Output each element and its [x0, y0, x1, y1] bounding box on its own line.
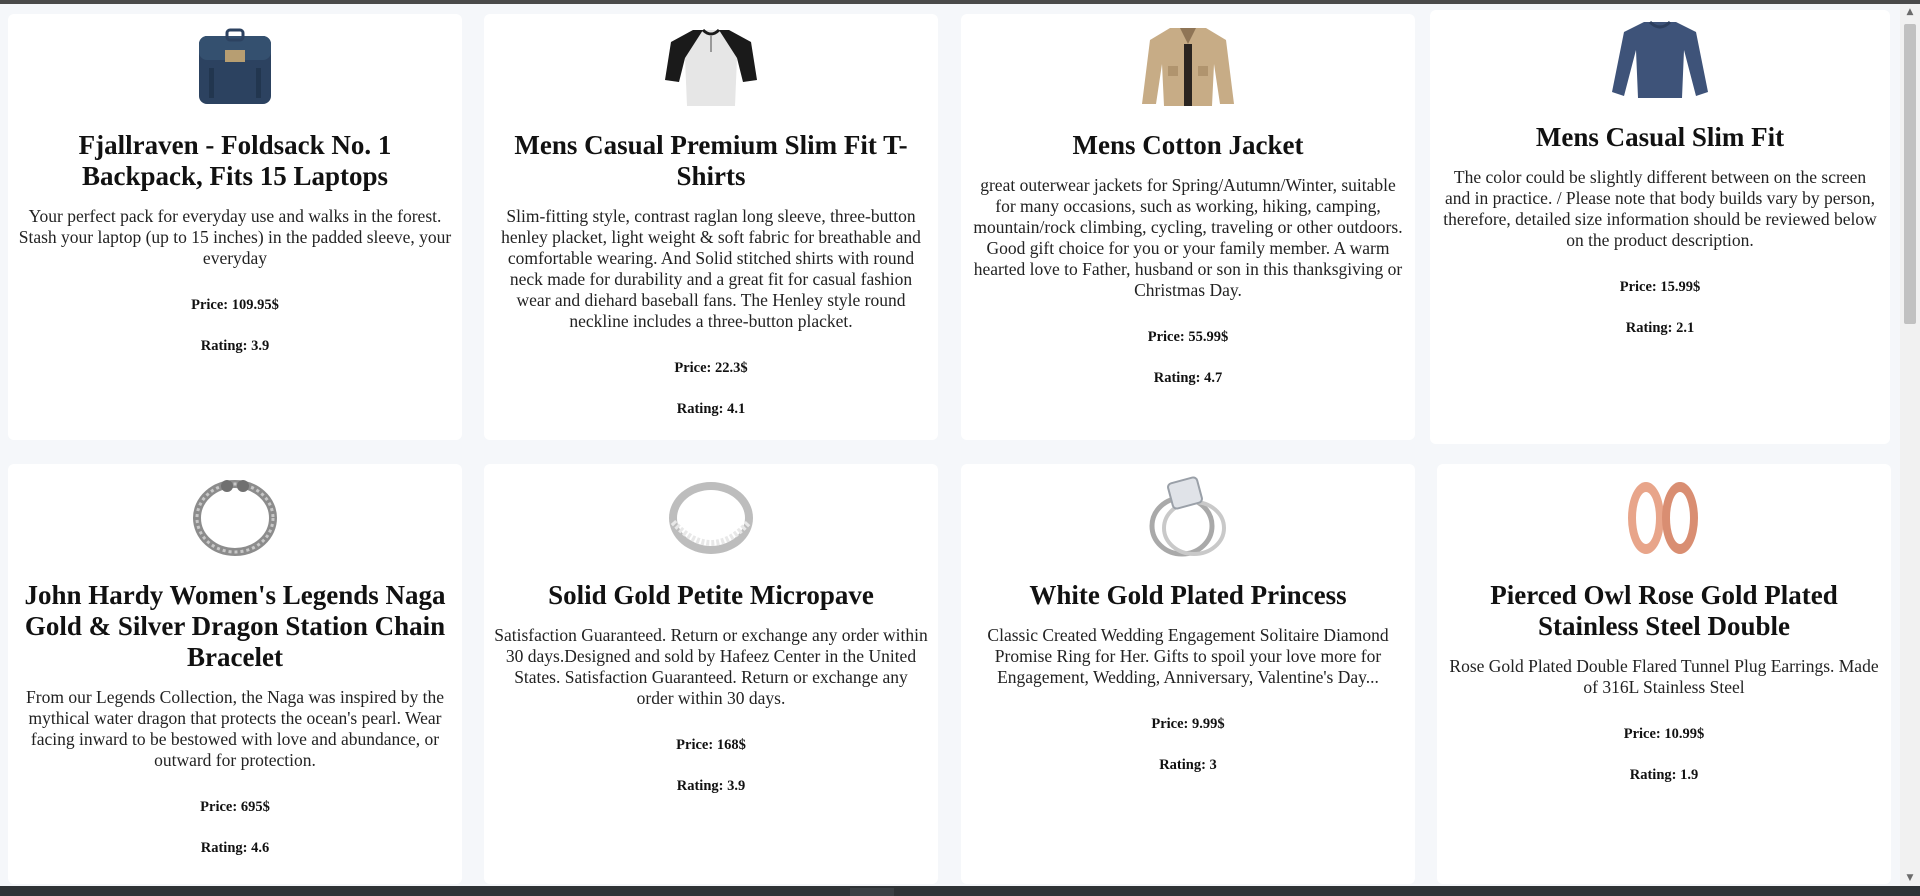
- product-description: Satisfaction Guaranteed. Return or excha…: [494, 625, 928, 708]
- product-title: White Gold Plated Princess: [1029, 580, 1347, 610]
- long-sleeve-shirt-image: [1434, 18, 1886, 100]
- taskbar-edge: [0, 886, 1920, 896]
- product-rating: Rating: 3: [1159, 757, 1217, 773]
- cotton-jacket-image: [965, 22, 1411, 108]
- princess-ring-image: [965, 472, 1411, 558]
- product-price: Price: 9.99$: [1151, 716, 1225, 732]
- product-title: Solid Gold Petite Micropave: [548, 580, 874, 610]
- product-rating: Rating: 3.9: [676, 778, 746, 794]
- raglan-tshirt-image: [488, 22, 934, 108]
- product-price: Price: 168$: [676, 737, 746, 753]
- product-card[interactable]: White Gold Plated Princess Classic Creat…: [961, 464, 1415, 884]
- product-rating: Rating: 2.1: [1625, 320, 1695, 336]
- product-card[interactable]: Fjallraven - Foldsack No. 1 Backpack, Fi…: [8, 14, 462, 440]
- tunnel-earrings-image: [1441, 472, 1887, 558]
- product-grid: Fjallraven - Foldsack No. 1 Backpack, Fi…: [0, 4, 1900, 886]
- micropave-ring-image: [488, 472, 934, 558]
- product-price: Price: 109.95$: [191, 297, 279, 313]
- product-title: John Hardy Women's Legends Naga Gold & S…: [24, 580, 446, 672]
- taskbar-item[interactable]: [850, 888, 894, 896]
- product-rating: Rating: 1.9: [1629, 767, 1699, 783]
- product-card[interactable]: Mens Casual Slim Fit The color could be …: [1430, 10, 1890, 444]
- product-price: Price: 10.99$: [1623, 726, 1705, 742]
- product-description: Rose Gold Plated Double Flared Tunnel Pl…: [1449, 656, 1879, 697]
- product-description: Your perfect pack for everyday use and w…: [18, 206, 452, 268]
- product-title: Fjallraven - Foldsack No. 1 Backpack, Fi…: [78, 130, 392, 191]
- product-card[interactable]: Solid Gold Petite Micropave Satisfaction…: [484, 464, 938, 884]
- product-price: Price: 695$: [200, 799, 270, 815]
- product-description: Slim-fitting style, contrast raglan long…: [501, 206, 921, 331]
- product-title: Mens Cotton Jacket: [1072, 130, 1304, 160]
- product-price: Price: 15.99$: [1619, 279, 1701, 295]
- chain-bracelet-image: [12, 472, 458, 558]
- product-title: Mens Casual Premium Slim Fit T-Shirts: [514, 130, 908, 191]
- product-rating: Rating: 3.9: [200, 338, 270, 354]
- product-description: The color could be slightly different be…: [1443, 167, 1877, 250]
- product-title: Pierced Owl Rose Gold Plated Stainless S…: [1490, 580, 1838, 641]
- product-card[interactable]: John Hardy Women's Legends Naga Gold & S…: [8, 464, 462, 884]
- backpack-image: [12, 22, 458, 108]
- product-card[interactable]: Mens Cotton Jacket great outerwear jacke…: [961, 14, 1415, 440]
- scroll-down-arrow-icon[interactable]: ▼: [1904, 872, 1916, 884]
- product-price: Price: 55.99$: [1147, 329, 1229, 345]
- product-card[interactable]: Pierced Owl Rose Gold Plated Stainless S…: [1437, 464, 1891, 884]
- product-title: Mens Casual Slim Fit: [1535, 122, 1785, 152]
- product-price: Price: 22.3$: [674, 360, 748, 376]
- product-description: great outerwear jackets for Spring/Autum…: [973, 175, 1403, 300]
- product-card[interactable]: Mens Casual Premium Slim Fit T-Shirts Sl…: [484, 14, 938, 440]
- product-rating: Rating: 4.6: [200, 840, 270, 856]
- product-description: Classic Created Wedding Engagement Solit…: [987, 625, 1389, 687]
- scrollbar-thumb[interactable]: [1904, 24, 1916, 324]
- scroll-up-arrow-icon[interactable]: ▲: [1904, 6, 1916, 18]
- product-rating: Rating: 4.1: [676, 401, 746, 417]
- product-rating: Rating: 4.7: [1153, 370, 1223, 386]
- product-description: From our Legends Collection, the Naga wa…: [26, 687, 444, 770]
